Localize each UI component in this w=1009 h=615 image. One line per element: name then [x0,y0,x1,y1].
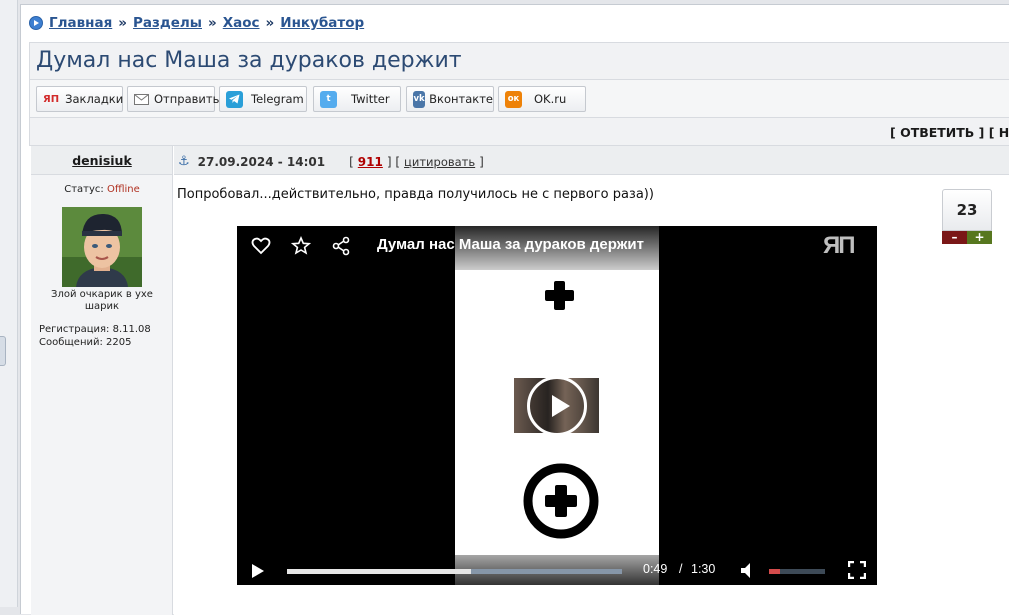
forum-page: Главная » Разделы » Хаос » Инкубатор Дум… [20,4,1009,615]
bookmarks-button[interactable]: ЯП Закладки [36,86,123,112]
volume-icon[interactable] [740,562,754,579]
breadcrumb-chaos[interactable]: Хаос [223,15,260,31]
post-date: 27.09.2024 - 14:01 [197,154,326,169]
post-rating: 23 [942,189,992,231]
avatar[interactable] [62,207,142,287]
telegram-icon [226,90,243,108]
side-panel-tab[interactable] [0,336,6,366]
heart-icon[interactable] [251,236,271,256]
volume-level [769,569,781,574]
yap-bookmark-icon: ЯП [43,93,60,105]
share-label: Telegram [251,92,304,106]
rate-up-button[interactable]: + [967,231,992,244]
post-body: Попробовал...действительно, правда получ… [174,175,1009,615]
time-separator: / [679,562,683,576]
breadcrumb-separator: » [118,15,127,31]
breadcrumb-incubator[interactable]: Инкубатор [280,15,364,31]
post-meta-cell: ⚓ 27.09.2024 - 14:01 [ 911 ] [ цитироват… [174,146,1009,175]
left-edge-panel [0,0,18,607]
share-label: Twitter [351,92,390,106]
nickname-line: Злой очкарик в ухе [51,289,153,300]
topic-title-bar: Думал нас Маша за дураков держит [29,42,1009,80]
share-label: OK.ru [534,92,567,106]
breadcrumb: Главная » Разделы » Хаос » Инкубатор [29,14,364,32]
vk-icon: vk [413,90,426,108]
nickname-line: шарик [84,301,120,312]
current-time: 0:49 [643,562,668,576]
cross-icon [545,281,574,310]
send-button[interactable]: Отправить [127,86,219,112]
bracket-close: ] [479,154,484,169]
volume-slider[interactable] [769,569,825,574]
circle-cross-icon [523,463,599,539]
telegram-button[interactable]: Telegram [219,86,307,112]
author-link[interactable]: denisiuk [31,153,173,168]
reply-link[interactable]: [ ОТВЕТИТЬ ] [ НО [890,125,1009,140]
duration: 1:30 [691,562,716,576]
author-profile-column: Статус: Offline Злой очкарик в ухе шарик… [31,175,173,615]
bracket-close: ] [ [386,154,401,169]
video-progress-buffer [470,569,622,574]
twitter-icon: t [320,90,337,108]
bracket-open: [ [349,154,354,169]
user-status: Статус: Offline [31,184,173,195]
status-value: Offline [106,184,140,195]
post-number-link[interactable]: 911 [358,155,383,169]
post-meta: ⚓ 27.09.2024 - 14:01 [ 911 ] [ цитироват… [178,154,484,169]
post-text: Попробовал...действительно, правда получ… [177,187,654,202]
play-overlay-icon[interactable] [527,376,587,436]
yap-logo: ЯП [823,232,855,259]
vk-button[interactable]: vk Вконтакте [406,86,494,112]
post-author-cell: denisiuk [31,146,173,175]
user-nickname-note: Злой очкарик в ухе шарик [31,289,173,313]
message-count: Сообщений: 2205 [39,336,132,348]
quote-link[interactable]: цитировать [404,155,475,169]
user-stats: Регистрация: 8.11.08 Сообщений: 2205 [39,324,151,349]
video-progress-played [287,569,471,574]
star-icon[interactable] [291,236,311,256]
registration-date: Регистрация: 8.11.08 [39,324,151,335]
video-progress-bar[interactable] [287,569,622,574]
status-label: Статус: [64,184,104,195]
nav-arrow-icon [29,16,43,30]
breadcrumb-sections[interactable]: Разделы [133,15,202,31]
mail-icon [134,91,149,108]
share-label: Вконтакте [429,92,493,106]
play-icon[interactable] [251,563,265,579]
ok-icon: ок [505,90,522,108]
twitter-button[interactable]: t Twitter [313,86,401,112]
topic-title: Думал нас Маша за дураков держит [36,48,462,73]
breadcrumb-separator: » [265,15,275,31]
fullscreen-icon[interactable] [848,561,866,579]
share-label: Отправить [154,92,220,106]
share-icon[interactable] [331,236,351,256]
rate-down-button[interactable]: – [942,231,967,244]
video-title: Думал нас Маша за дураков держит [377,236,644,253]
video-player[interactable]: Думал нас Маша за дураков держит ЯП 0:49… [237,226,877,585]
ok-button[interactable]: ок OK.ru [498,86,586,112]
breadcrumb-separator: » [208,15,217,31]
share-label: Закладки [65,92,124,106]
breadcrumb-home[interactable]: Главная [49,15,112,31]
topic-actions-row: [ ОТВЕТИТЬ ] [ НО [29,118,1009,146]
share-toolbar: ЯП Закладки Отправить Telegram t Twitter… [29,80,1009,118]
anchor-icon[interactable]: ⚓ [178,154,190,169]
